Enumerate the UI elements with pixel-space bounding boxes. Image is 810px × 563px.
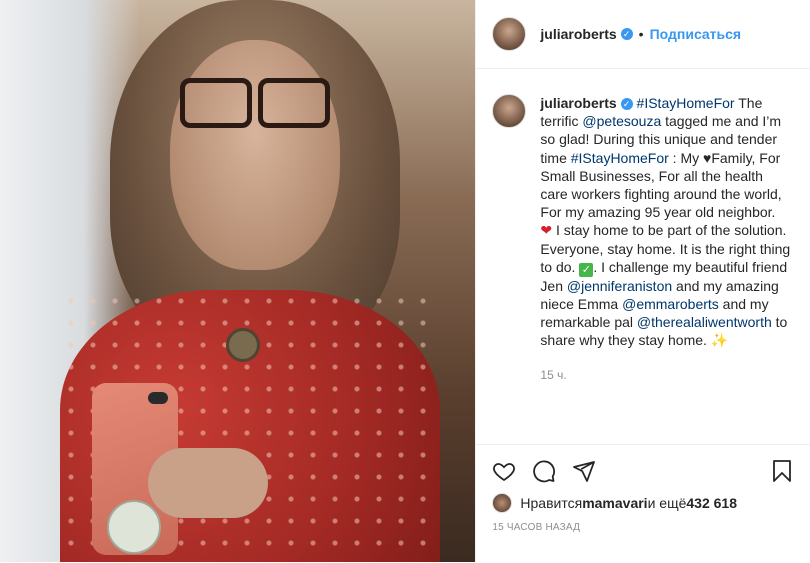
likes-count[interactable]: 432 618	[686, 495, 737, 511]
post-timestamp[interactable]: 15 ЧАСОВ НАЗАД	[492, 522, 580, 533]
post-side-panel: juliaroberts ✓ • Подписаться juliarobert…	[475, 0, 810, 562]
share-icon[interactable]	[572, 459, 596, 488]
likes-prefix: Нравится	[520, 495, 583, 511]
likes-summary: Нравится mamavari и ещё 432 618	[492, 493, 737, 513]
post-actions-section: Нравится mamavari и ещё 432 618 15 ЧАСОВ…	[476, 444, 810, 563]
post-photo[interactable]	[0, 0, 476, 562]
caption-block: juliaroberts ✓ #IStayHomeFor The terrific…	[540, 94, 790, 384]
verified-badge-icon: ✓	[620, 28, 633, 40]
heart-outline-icon[interactable]	[492, 459, 516, 488]
mention-link[interactable]: @therealaliwentworth	[637, 314, 772, 330]
sparkle-emoji-icon: ✨	[710, 332, 729, 349]
hashtag-link[interactable]: #IStayHomeFor	[637, 95, 735, 111]
hashtag-link[interactable]: #IStayHomeFor	[571, 150, 669, 166]
photo-glasses	[180, 78, 330, 128]
red-heart-emoji-icon: ❤	[540, 222, 553, 239]
post-header: juliaroberts ✓ • Подписаться	[476, 0, 810, 69]
caption-verified-badge-icon: ✓	[620, 98, 633, 110]
bookmark-icon[interactable]	[770, 459, 794, 488]
liker-username[interactable]: mamavari	[582, 495, 647, 511]
caption-text: juliaroberts ✓ #IStayHomeFor The terrific…	[540, 94, 790, 350]
mention-link[interactable]: @petesouza	[582, 113, 661, 129]
likes-middle: и ещё	[647, 495, 687, 511]
separator-dot: •	[638, 26, 644, 42]
mention-link[interactable]: @emmaroberts	[622, 296, 719, 312]
author-avatar[interactable]	[492, 17, 527, 51]
photo-pendant	[226, 328, 260, 362]
photo-phone-grip	[107, 500, 161, 554]
comment-icon[interactable]	[532, 459, 556, 488]
caption-segment: : My	[668, 149, 704, 166]
liker-avatar[interactable]	[492, 493, 513, 513]
author-username[interactable]: juliaroberts	[540, 26, 616, 42]
follow-button[interactable]: Подписаться	[650, 26, 742, 42]
photo-phone-camera	[148, 392, 168, 404]
comment-timestamp[interactable]: 15 ч.	[540, 366, 790, 384]
caption-author-username[interactable]: juliaroberts	[540, 95, 616, 111]
caption-author-avatar[interactable]	[492, 94, 527, 128]
caption-comment: juliaroberts ✓ #IStayHomeFor The terrific…	[492, 94, 792, 384]
mention-link[interactable]: @jenniferaniston	[567, 278, 672, 294]
instagram-post: juliaroberts ✓ • Подписаться juliarobert…	[0, 0, 810, 562]
photo-face	[170, 40, 340, 270]
check-mark-emoji-icon: ✓	[579, 262, 594, 277]
action-icons-row	[492, 459, 794, 483]
photo-hand	[148, 448, 268, 518]
